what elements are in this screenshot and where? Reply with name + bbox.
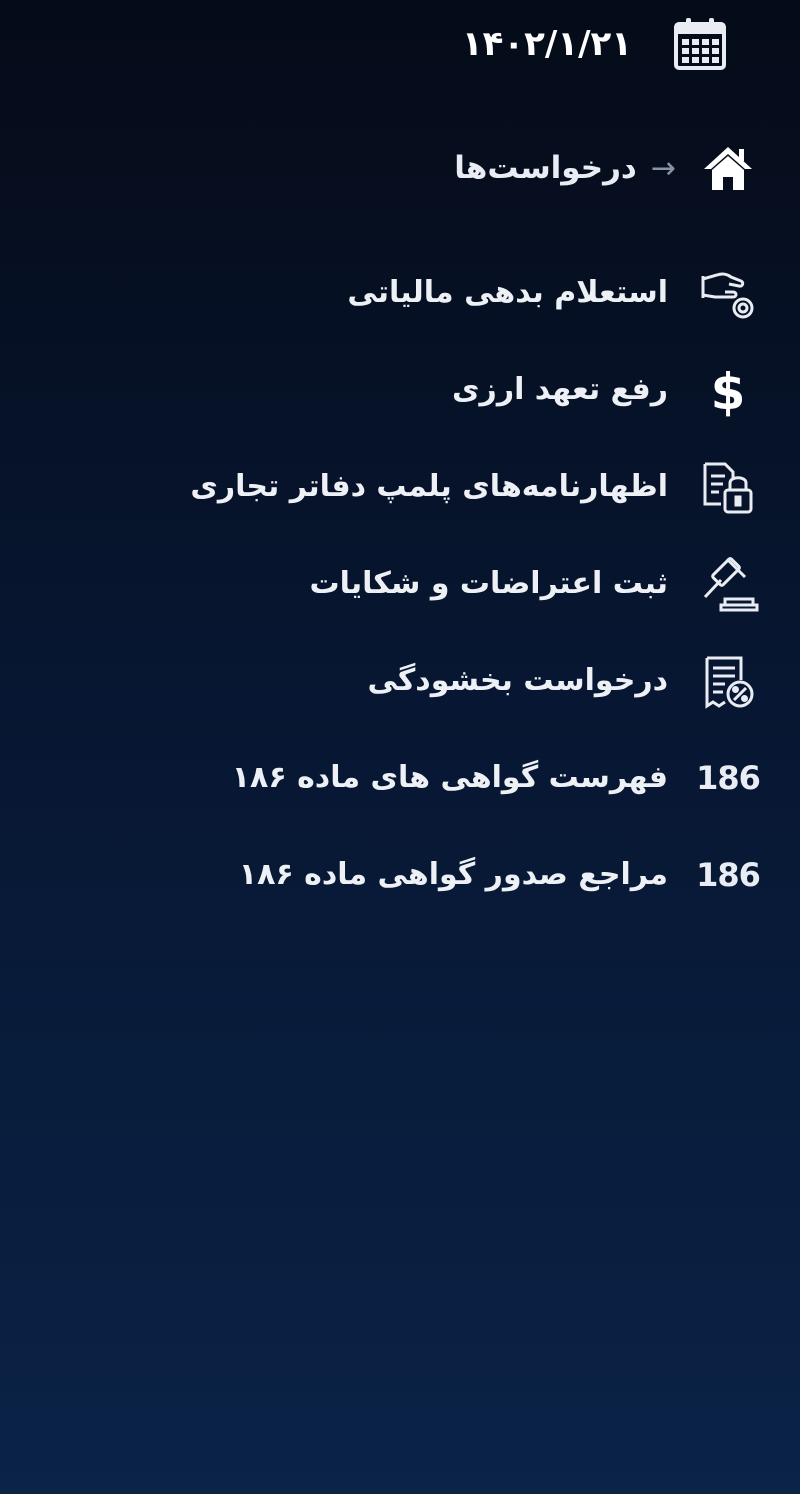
menu-list: استعلام بدهی مالیاتی $ رفع تعهد ارزی اظه…	[190, 244, 761, 923]
dollar-icon: $	[696, 358, 760, 422]
home-icon[interactable]	[696, 136, 760, 200]
gavel-icon	[696, 552, 760, 616]
menu-item-article-186-certificates[interactable]: 186 فهرست گواهی های ماده ۱۸۶	[190, 729, 761, 826]
number-186-icon: 186	[696, 758, 761, 797]
document-lock-icon	[696, 455, 760, 519]
menu-item-currency-obligation[interactable]: $ رفع تعهد ارزی	[190, 341, 760, 438]
arrow-right-icon: →	[650, 150, 676, 186]
breadcrumb[interactable]: → درخواست‌ها	[454, 136, 760, 200]
receipt-percent-icon	[696, 649, 760, 713]
menu-item-tax-debt-inquiry[interactable]: استعلام بدهی مالیاتی	[190, 244, 760, 341]
hand-coin-icon	[696, 261, 760, 325]
date-text: ۱۴۰۲/۱/۲۱	[461, 24, 632, 64]
menu-item-label[interactable]: رفع تعهد ارزی	[452, 372, 668, 407]
sidebar: ۱۴۰۲/۱/۲۱ → درخواست‌ها استعل	[0, 0, 800, 1494]
menu-item-label[interactable]: استعلام بدهی مالیاتی	[347, 275, 668, 310]
date-display: ۱۴۰۲/۱/۲۱	[462, 12, 732, 76]
svg-text:$: $	[711, 363, 746, 419]
menu-item-label[interactable]: اظهارنامه‌های پلمپ دفاتر تجاری	[190, 469, 668, 504]
menu-item-waiver-request[interactable]: درخواست بخشودگی	[190, 632, 760, 729]
menu-item-label[interactable]: درخواست بخشودگی	[368, 663, 669, 698]
menu-item-label[interactable]: مراجع صدور گواهی ماده ۱۸۶	[239, 857, 668, 892]
menu-item-label[interactable]: ثبت اعتراضات و شکایات	[309, 566, 668, 601]
number-186-icon: 186	[696, 855, 761, 894]
breadcrumb-label[interactable]: درخواست‌ها	[454, 150, 637, 186]
menu-item-label[interactable]: فهرست گواهی های ماده ۱۸۶	[232, 760, 668, 795]
menu-item-ledger-seal-declarations[interactable]: اظهارنامه‌های پلمپ دفاتر تجاری	[190, 438, 760, 535]
menu-item-article-186-authorities[interactable]: 186 مراجع صدور گواهی ماده ۱۸۶	[190, 826, 761, 923]
calendar-icon	[668, 12, 732, 76]
menu-item-objections-complaints[interactable]: ثبت اعتراضات و شکایات	[190, 535, 760, 632]
